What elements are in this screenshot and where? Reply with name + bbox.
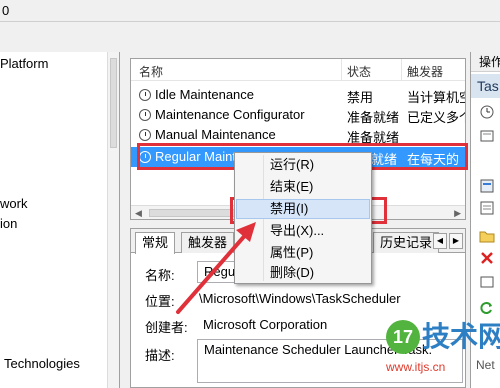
- tab-history[interactable]: 历史记录: [373, 232, 440, 253]
- task-trigger: 当计算机空: [407, 90, 465, 105]
- create-task-icon[interactable]: [479, 104, 495, 120]
- task-list-header: 名称 状态 触发器: [131, 59, 465, 81]
- tab-label: 触发器: [188, 235, 228, 250]
- tree-scrollbar-thumb[interactable]: [110, 58, 117, 148]
- column-header-status[interactable]: 状态: [347, 63, 371, 80]
- tree-item-label: Technologies: [4, 356, 80, 371]
- tree-item-work[interactable]: work: [0, 196, 27, 211]
- task-row[interactable]: Manual Maintenance 准备就绪: [131, 125, 465, 145]
- tab-triggers[interactable]: 触发器: [181, 232, 235, 253]
- task-row[interactable]: Maintenance Configurator 准备就绪 已定义多个: [131, 105, 465, 125]
- name-field[interactable]: Regul: [197, 261, 238, 283]
- watermark-url: www.itjs.cn: [386, 360, 446, 374]
- task-trigger: 已定义多个: [407, 110, 465, 125]
- tab-scroll-right-icon[interactable]: ▶: [449, 233, 463, 249]
- column-header-name[interactable]: 名称: [139, 63, 163, 80]
- task-name: Idle Maintenance: [155, 87, 255, 102]
- location-value: \Microsoft\Windows\TaskScheduler: [199, 291, 401, 306]
- watermark-brand: 技术网: [422, 321, 500, 352]
- tree-item-label: work: [0, 196, 28, 211]
- task-row[interactable]: Idle Maintenance 禁用 当计算机空: [131, 85, 465, 105]
- import-task-icon[interactable]: [479, 128, 495, 144]
- menu-item-label: 结束(E): [270, 179, 314, 194]
- author-label: 创建者:: [145, 320, 188, 335]
- tree-item-label: Platform: [0, 56, 49, 71]
- watermark-badge: 17: [386, 320, 420, 354]
- clock-icon: [139, 89, 151, 101]
- column-header-trigger[interactable]: 触发器: [407, 63, 443, 80]
- name-value: Regul: [204, 264, 238, 279]
- actions-header: 操作: [471, 52, 500, 72]
- tab-general[interactable]: 常规: [135, 232, 176, 254]
- menu-item-label: 导出(X)...: [270, 223, 325, 238]
- scroll-right-arrow-icon[interactable]: ▶: [454, 206, 461, 219]
- task-name: Manual Maintenance: [155, 127, 276, 142]
- menu-item-end[interactable]: 结束(E): [236, 177, 370, 197]
- name-label: 名称:: [145, 268, 175, 283]
- context-menu: 运行(R) 结束(E) 禁用(I) 导出(X)... 属性(P) 删除(D): [234, 152, 372, 284]
- top-strip-text: 0: [2, 3, 10, 18]
- menu-item-label: 运行(R): [270, 157, 315, 172]
- tree-item-label: ion: [0, 216, 18, 231]
- menu-item-properties[interactable]: 属性(P): [236, 243, 370, 263]
- description-label: 描述:: [145, 348, 175, 363]
- watermark-suffix: Net: [476, 358, 495, 372]
- column-divider[interactable]: [401, 59, 402, 81]
- menu-item-label: 属性(P): [270, 245, 314, 260]
- tree-item-platform[interactable]: Platform: [0, 56, 48, 71]
- tree-item-technologies[interactable]: Technologies: [4, 356, 80, 371]
- task-status: 准备就绪: [347, 110, 399, 125]
- window-top-strip: 0: [0, 0, 500, 22]
- display-running-icon[interactable]: [479, 178, 495, 194]
- tab-label: 常规: [142, 235, 169, 250]
- menu-item-run[interactable]: 运行(R): [236, 155, 370, 175]
- new-folder-icon[interactable]: [479, 228, 495, 244]
- task-name: Maintenance Configurator: [155, 107, 305, 122]
- view-icon[interactable]: [479, 274, 495, 290]
- tree-scrollbar[interactable]: [107, 52, 119, 388]
- actions-section-title[interactable]: Tas: [471, 74, 500, 98]
- scroll-left-arrow-icon[interactable]: ◀: [135, 206, 142, 219]
- enable-history-icon[interactable]: [479, 200, 495, 216]
- delete-folder-icon[interactable]: [479, 250, 495, 266]
- menu-item-export[interactable]: 导出(X)...: [236, 221, 370, 241]
- menu-item-label: 删除(D): [270, 265, 315, 280]
- tab-label: 历史记录: [380, 235, 433, 250]
- tree-item-ion[interactable]: ion: [0, 216, 17, 231]
- tab-scroll-left-icon[interactable]: ◀: [433, 233, 447, 249]
- menu-item-delete[interactable]: 删除(D): [236, 263, 370, 283]
- navigation-tree[interactable]: Platform work ion Technologies: [0, 52, 120, 388]
- menu-item-disable[interactable]: 禁用(I): [236, 199, 370, 219]
- clock-icon: [139, 109, 151, 121]
- watermark-logo: 17 技术网 www.itjs.cn Net: [386, 320, 500, 388]
- column-divider[interactable]: [341, 59, 342, 81]
- menu-item-label: 禁用(I): [270, 201, 309, 216]
- task-status: 禁用: [347, 90, 374, 105]
- clock-icon: [139, 129, 151, 141]
- location-label: 位置:: [145, 294, 175, 309]
- refresh-icon[interactable]: [479, 300, 495, 316]
